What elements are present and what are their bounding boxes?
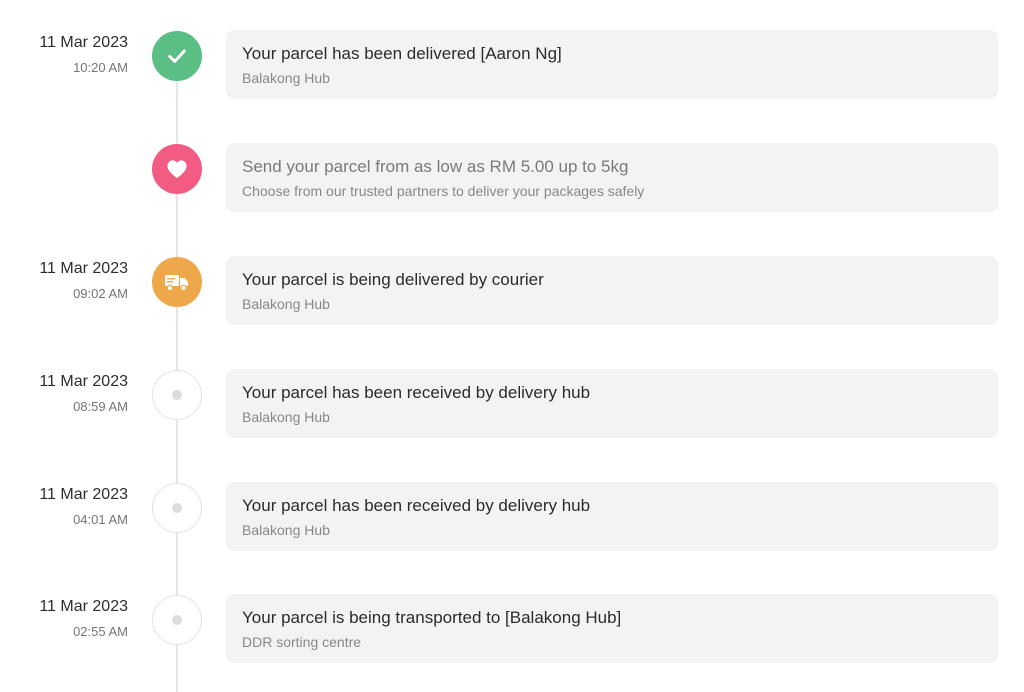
event-title: Your parcel has been received by deliver… xyxy=(242,496,591,515)
event-location: Balakong Hub xyxy=(242,409,330,425)
event-card[interactable]: Your parcel has been received by deliver… xyxy=(226,482,998,551)
event-time: 02:55 AM xyxy=(73,624,128,639)
event-time: 10:20 AM xyxy=(73,60,128,75)
event-location: Balakong Hub xyxy=(242,522,330,538)
check-icon xyxy=(152,31,202,81)
event-date: 11 Mar 2023 xyxy=(39,486,128,503)
promo-card[interactable]: Send your parcel from as low as RM 5.00 … xyxy=(226,143,998,212)
timeline-event-received: 11 Mar 2023 04:01 AM Your parcel has bee… xyxy=(0,482,1024,552)
timeline-event-promo: Send your parcel from as low as RM 5.00 … xyxy=(0,143,1024,213)
event-title: Your parcel has been received by deliver… xyxy=(242,383,591,402)
timeline-event-courier: 11 Mar 2023 09:02 AM Your parcel is bein… xyxy=(0,256,1024,326)
timeline-event-received: 11 Mar 2023 08:59 AM Your parcel has bee… xyxy=(0,369,1024,439)
event-time: 04:01 AM xyxy=(73,512,128,527)
event-date: 11 Mar 2023 xyxy=(39,260,128,277)
dot-icon xyxy=(152,370,202,420)
event-time: 08:59 AM xyxy=(73,399,128,414)
event-date: 11 Mar 2023 xyxy=(39,598,128,615)
event-title: Your parcel is being delivered by courie… xyxy=(242,270,544,289)
dot-icon xyxy=(152,595,202,645)
truck-icon xyxy=(152,257,202,307)
promo-title: Send your parcel from as low as RM 5.00 … xyxy=(242,157,629,176)
promo-subtitle: Choose from our trusted partners to deli… xyxy=(242,183,645,199)
event-time: 09:02 AM xyxy=(73,286,128,301)
event-card[interactable]: Your parcel is being transported to [Bal… xyxy=(226,594,998,663)
event-location: Balakong Hub xyxy=(242,296,330,312)
heart-icon xyxy=(152,144,202,194)
event-title: Your parcel is being transported to [Bal… xyxy=(242,608,622,627)
event-title: Your parcel has been delivered [Aaron Ng… xyxy=(242,44,562,63)
event-location: Balakong Hub xyxy=(242,70,330,86)
tracking-timeline: 11 Mar 2023 10:20 AM Your parcel has bee… xyxy=(0,0,1024,692)
event-location: DDR sorting centre xyxy=(242,634,362,650)
event-card[interactable]: Your parcel is being delivered by courie… xyxy=(226,256,998,325)
timeline-event-transported: 11 Mar 2023 02:55 AM Your parcel is bein… xyxy=(0,594,1024,664)
event-card[interactable]: Your parcel has been received by deliver… xyxy=(226,369,998,438)
event-card[interactable]: Your parcel has been delivered [Aaron Ng… xyxy=(226,30,998,99)
event-date: 11 Mar 2023 xyxy=(39,373,128,390)
event-date: 11 Mar 2023 xyxy=(39,34,128,51)
timeline-event-delivered: 11 Mar 2023 10:20 AM Your parcel has bee… xyxy=(0,30,1024,100)
dot-icon xyxy=(152,483,202,533)
